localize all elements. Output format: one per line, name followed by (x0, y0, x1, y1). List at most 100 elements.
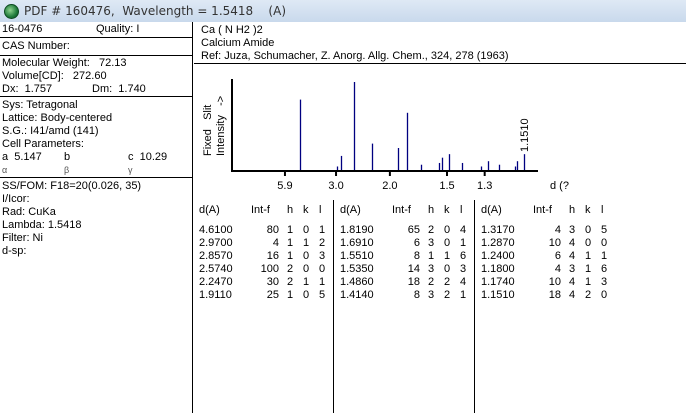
k-cell: 0 (303, 263, 310, 275)
crystal-system: Sys: Tetragonal (2, 99, 78, 111)
l-cell: 3 (319, 250, 326, 262)
h-cell: 3 (569, 224, 576, 236)
column-header: k (585, 204, 591, 216)
h-cell: 1 (428, 250, 435, 262)
table-row: 1.4860 18 2 2 4 (340, 276, 481, 289)
d-spacing-cell: 1.5510 (340, 250, 374, 262)
intensity-cell: 18 (548, 289, 561, 301)
table-row: 1.1510 18 4 2 0 (481, 289, 622, 302)
intensity-cell: 10 (548, 276, 561, 288)
d-spacing-cell: 1.2400 (481, 250, 515, 262)
l-cell: 0 (319, 263, 326, 275)
column-header: l (460, 204, 463, 216)
h-cell: 4 (569, 276, 576, 288)
h-cell: 4 (569, 250, 576, 262)
title-bar: PDF # 160476, Wavelength = 1.5418 (A) (0, 0, 686, 22)
d-spacing: d-sp: (2, 245, 27, 257)
reflection-table: d(A) Int-f h k l 1.8190 65 2 0 4 1.6910 6 3 0 1 1.5510 8… (340, 200, 481, 413)
d-spacing-cell: 2.9700 (199, 237, 233, 249)
intensity-cell: 4 (554, 224, 561, 236)
l-cell: 1 (319, 276, 326, 288)
k-cell: 0 (444, 263, 451, 275)
l-cell: 6 (601, 263, 608, 275)
intensity-cell: 100 (260, 263, 279, 275)
l-cell: 1 (460, 289, 467, 301)
k-cell: 1 (444, 250, 451, 262)
cas-number: CAS Number: (2, 40, 70, 52)
ss-fom: SS/FOM: F18=20(0.026, 35) (2, 180, 142, 192)
cell-gamma: γ (128, 165, 133, 175)
h-cell: 2 (287, 276, 294, 288)
column-header: h (287, 204, 294, 216)
h-cell: 3 (428, 237, 435, 249)
h-cell: 3 (428, 289, 435, 301)
table-row: 1.1800 4 3 1 6 (481, 263, 622, 276)
l-cell: 4 (460, 224, 467, 236)
d-spacing-cell: 1.5350 (340, 263, 374, 275)
window-title: PDF # 160476, Wavelength = 1.5418 (A) (24, 4, 287, 18)
x-tick-label: 1.3 (477, 180, 492, 192)
x-axis-label: d (? (550, 180, 569, 192)
i-icor: I/Icor: (2, 193, 30, 205)
radiation: Rad: CuKa (2, 206, 56, 218)
column-header: h (569, 204, 576, 216)
table-row: 1.5510 8 1 1 6 (340, 250, 481, 263)
quality: Quality: I (96, 23, 140, 35)
column-header: Int-f (392, 204, 411, 216)
table-row: 2.9700 4 1 1 2 (199, 237, 340, 250)
k-cell: 1 (585, 276, 592, 288)
table-row: 1.2400 6 4 1 1 (481, 250, 622, 263)
l-cell: 1 (460, 237, 467, 249)
table-row: 2.5740 100 2 0 0 (199, 263, 340, 276)
d-spacing-cell: 1.4140 (340, 289, 374, 301)
cell-alpha: α (2, 165, 8, 175)
d-spacing-cell: 1.1510 (481, 289, 515, 301)
l-cell: 5 (319, 289, 326, 301)
k-cell: 1 (303, 276, 310, 288)
table-row: 1.1740 10 4 1 3 (481, 276, 622, 289)
table-row: 1.5350 14 3 0 3 (340, 263, 481, 276)
k-cell: 1 (585, 250, 592, 262)
d-spacing-cell: 1.9110 (199, 289, 232, 301)
intensity-cell: 6 (413, 237, 420, 249)
table-row: 1.2870 10 4 0 0 (481, 237, 622, 250)
volume: Volume[CD]: 272.60 (2, 70, 107, 82)
l-cell: 6 (460, 250, 467, 262)
k-cell: 0 (303, 224, 310, 236)
table-row: 1.8190 65 2 0 4 (340, 224, 481, 237)
h-cell: 2 (428, 276, 435, 288)
intensity-cell: 6 (554, 250, 561, 262)
column-header: h (428, 204, 435, 216)
space-group: S.G.: I41/amd (141) (2, 125, 99, 137)
compound-name: Calcium Amide (201, 37, 275, 49)
k-cell: 2 (444, 289, 451, 301)
diffraction-pattern-chart: Fixed Slit Intensity -> 5.9 3.0 2.0 1.5 1.3 … (194, 64, 686, 199)
cell-c: c 10.29 (128, 151, 168, 163)
h-cell: 1 (287, 224, 294, 236)
compound-header: Ca ( N H2 )2 Calcium Amide Ref: Juza, Sc… (194, 22, 686, 64)
column-header: k (303, 204, 309, 216)
l-cell: 4 (460, 276, 467, 288)
l-cell: 1 (601, 250, 608, 262)
l-cell: 5 (601, 224, 608, 236)
l-cell: 0 (601, 237, 608, 249)
intensity-cell: 8 (413, 289, 420, 301)
card-info-panel: 16-0476 Quality: I CAS Number: Molecular … (0, 22, 193, 413)
y-axis-label-2: Intensity -> (215, 96, 227, 156)
dx: Dx: 1.757 (2, 83, 53, 95)
d-spacing-cell: 1.2870 (481, 237, 515, 249)
k-cell: 0 (303, 289, 310, 301)
intensity-cell: 30 (266, 276, 279, 288)
column-header: Int-f (533, 204, 552, 216)
l-cell: 3 (601, 276, 608, 288)
intensity-cell: 65 (407, 224, 420, 236)
h-cell: 1 (287, 250, 294, 262)
x-tick-label: 1.5 (439, 180, 454, 192)
k-cell: 0 (585, 237, 592, 249)
h-cell: 1 (287, 237, 294, 249)
intensity-cell: 18 (407, 276, 420, 288)
h-cell: 4 (569, 237, 576, 249)
k-cell: 0 (303, 250, 310, 262)
h-cell: 1 (287, 289, 294, 301)
table-row: 1.3170 4 3 0 5 (481, 224, 622, 237)
